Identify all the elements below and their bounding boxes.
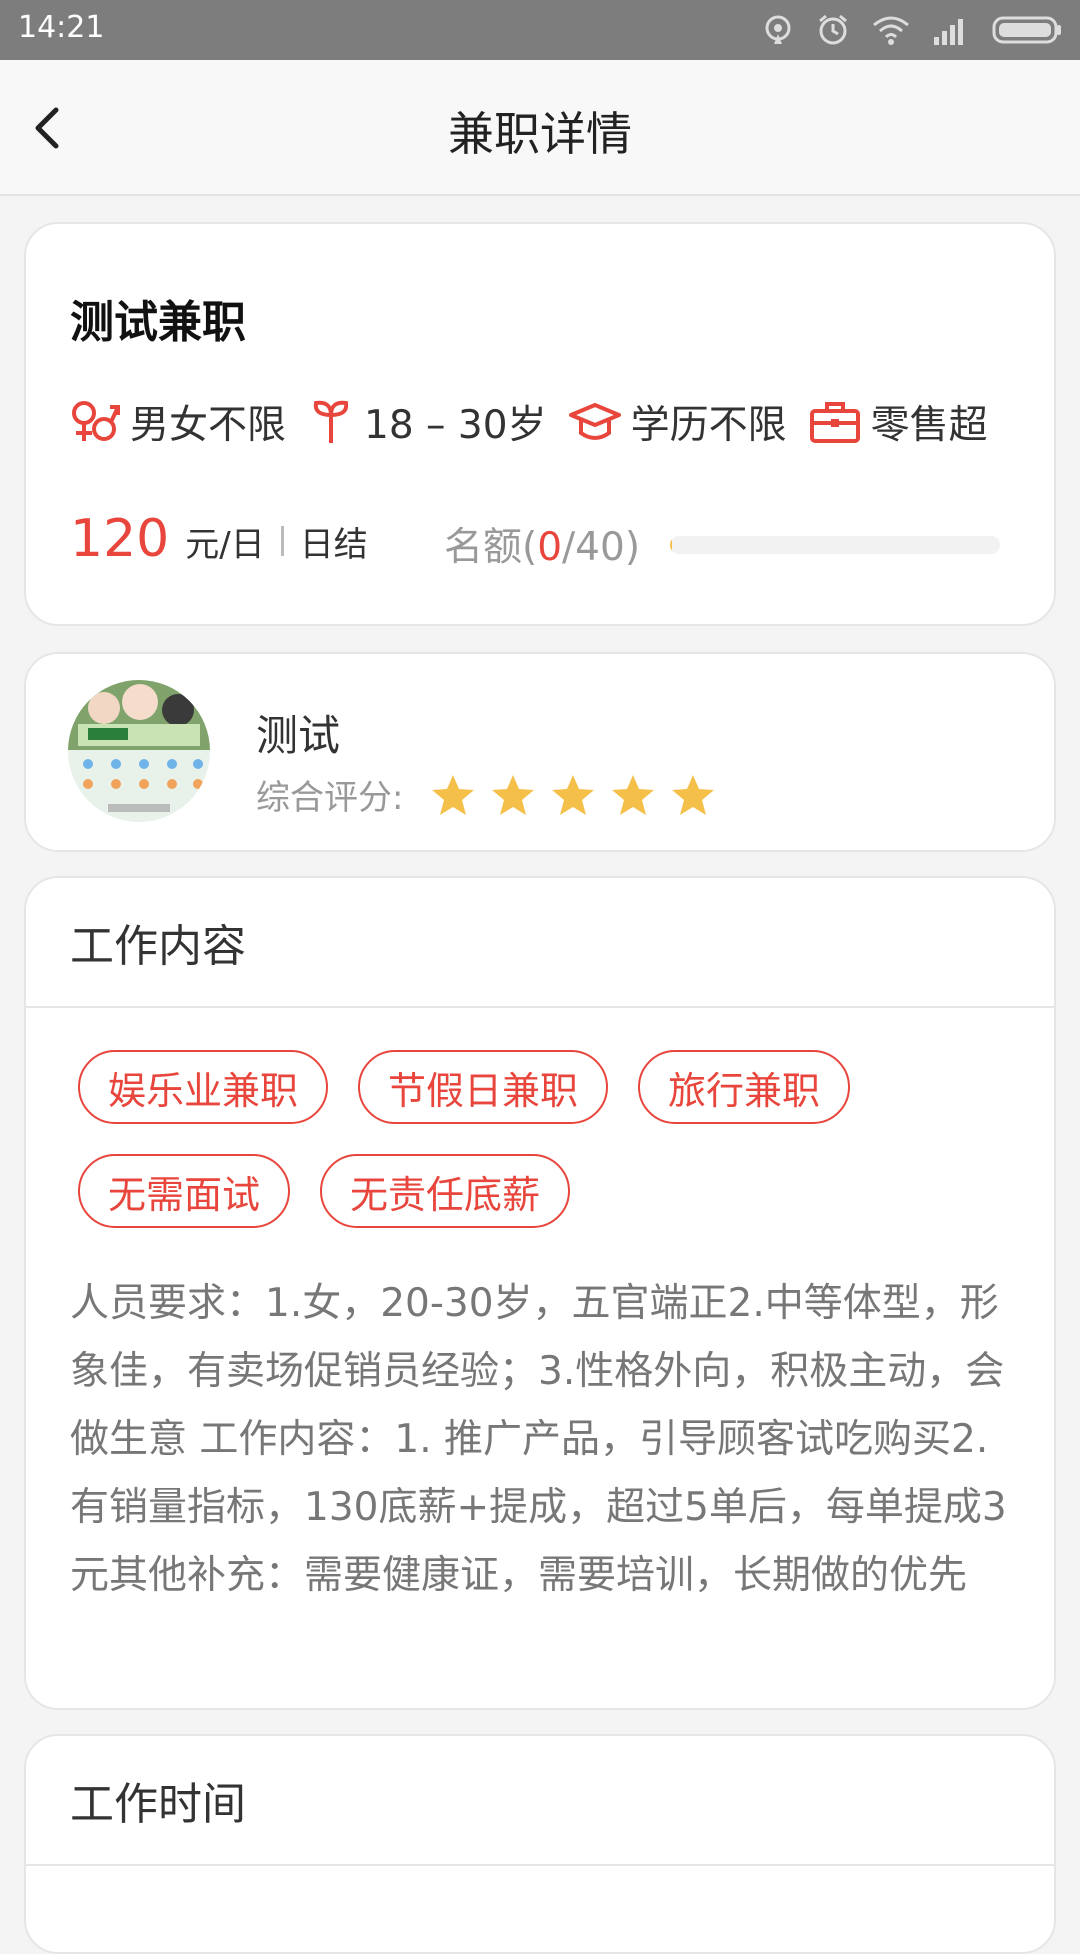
graduation-cap-icon (568, 403, 621, 440)
avatar[interactable] (68, 680, 210, 822)
briefcase-icon (809, 402, 860, 443)
quota-progress-bar (670, 536, 1000, 554)
quota-filled: 0 (537, 525, 563, 570)
attr-category-label: 零售超 (870, 403, 988, 448)
employer-rating: 综合评分: (256, 770, 715, 819)
job-tag: 娱乐业兼职 (78, 1050, 329, 1124)
employer-card[interactable]: 测试 综合评分: (24, 652, 1056, 852)
attr-education-label: 学历不限 (630, 403, 787, 448)
attr-category: 零售超 (809, 394, 988, 450)
attr-gender-label: 男女不限 (130, 403, 287, 448)
star-icon (612, 774, 655, 815)
work-content-heading: 工作内容 (26, 878, 1054, 1008)
status-time: 14:21 (18, 10, 105, 45)
star-icon (552, 774, 595, 815)
work-content-card: 工作内容 娱乐业兼职 节假日兼职 旅行兼职无需面试 无责任底薪 人员要求：1.女，20… (24, 876, 1056, 1710)
pay-info: 120 元/日 日结 (70, 509, 368, 569)
attr-education: 学历不限 (568, 394, 787, 450)
star-icon (492, 774, 535, 815)
status-icons (762, 10, 1062, 50)
hotspot-icon (765, 15, 791, 44)
job-description: 人员要求：1.女，20-30岁，五官端正2.中等体型，形象佳，有卖场促销员经验；… (70, 1281, 1007, 1598)
quota-progress-fill (670, 536, 672, 554)
star-icon (432, 774, 475, 815)
job-summary-card: 测试兼职 男女不限 18 – 30岁 学历不限 零售超 120 元/日 日结 名… (24, 222, 1056, 626)
job-attributes: 男女不限 18 – 30岁 学历不限 零售超 (70, 394, 1010, 450)
job-title: 测试兼职 (70, 297, 246, 348)
quota-text: 名额(0/40) (444, 516, 640, 572)
job-tags: 娱乐业兼职 节假日兼职 旅行兼职无需面试 无责任底薪 (26, 1008, 986, 1258)
pay-amount: 120 (70, 509, 170, 569)
employer-name: 测试 (256, 711, 341, 760)
job-tag: 无需面试 (78, 1154, 291, 1228)
signal-icon (934, 19, 963, 45)
gender-icon (72, 401, 120, 441)
job-tag: 节假日兼职 (358, 1050, 609, 1124)
pay-divider (280, 526, 284, 556)
rating-stars (431, 773, 715, 817)
settlement-type: 日结 (299, 525, 368, 565)
alarm-icon (819, 14, 847, 45)
work-time-card: 工作时间 (24, 1734, 1056, 1954)
wifi-icon (873, 16, 909, 45)
job-tag: 旅行兼职 (638, 1050, 851, 1124)
star-icon (672, 774, 715, 815)
age-icon (313, 400, 349, 443)
pay-unit: 元/日 (185, 525, 265, 565)
attr-age-label: 18 – 30岁 (364, 403, 547, 448)
quota-total: /40) (562, 525, 641, 570)
attr-age: 18 – 30岁 (308, 394, 547, 450)
nav-bar: 兼职详情 (0, 60, 1080, 196)
status-bar: 14:21 (0, 0, 1080, 60)
work-time-heading: 工作时间 (26, 1736, 1054, 1866)
attr-gender: 男女不限 (70, 394, 286, 450)
page-title: 兼职详情 (448, 107, 632, 161)
quota-label: 名额( (444, 525, 538, 570)
job-tag: 无责任底薪 (320, 1154, 571, 1228)
battery-icon (992, 16, 1061, 44)
rating-label: 综合评分: (256, 778, 404, 818)
